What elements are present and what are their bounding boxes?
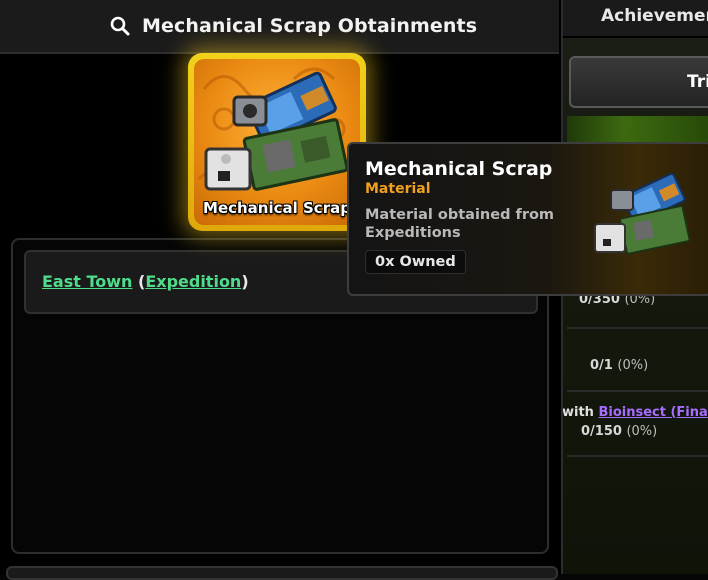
search-icon	[110, 16, 130, 36]
achievement-progress-2: 0/1 (0%)	[590, 358, 649, 373]
achievements-title: Achievemer	[601, 6, 708, 26]
progress-bar-band	[567, 116, 708, 142]
mechanical-scrap-icon	[204, 71, 349, 191]
mechanical-scrap-icon	[594, 172, 691, 255]
row-divider	[567, 455, 708, 457]
trial-button[interactable]: Tri	[569, 56, 708, 108]
row-divider	[567, 327, 708, 329]
owned-count-badge: 0x Owned	[365, 250, 466, 274]
location-link[interactable]: East Town	[42, 272, 132, 291]
tooltip-description: Material obtained from Expeditions	[365, 207, 555, 241]
tooltip-type: Material	[365, 181, 431, 197]
modal-title: Mechanical Scrap Obtainments	[142, 15, 478, 37]
item-name-label: Mechanical Scrap	[203, 199, 351, 217]
item-slot-background: Mechanical Scrap	[194, 59, 360, 225]
tooltip-title: Mechanical Scrap	[365, 158, 553, 180]
bottom-panel-edge	[6, 566, 558, 580]
achievement-row-3-label: with Bioinsect (Fina	[562, 405, 708, 420]
item-slot[interactable]: Mechanical Scrap	[188, 53, 366, 231]
row-divider	[567, 390, 708, 392]
source-text: East Town (Expedition)	[42, 272, 249, 291]
achievements-header: Achievemer	[563, 0, 708, 38]
method-link[interactable]: Expedition	[145, 272, 241, 291]
trial-button-label: Tri	[687, 72, 708, 92]
achievement-progress-3: 0/150 (0%)	[581, 424, 658, 439]
modal-header: Mechanical Scrap Obtainments	[0, 0, 559, 54]
item-tooltip: Mechanical Scrap Material Material obtai…	[347, 142, 708, 296]
